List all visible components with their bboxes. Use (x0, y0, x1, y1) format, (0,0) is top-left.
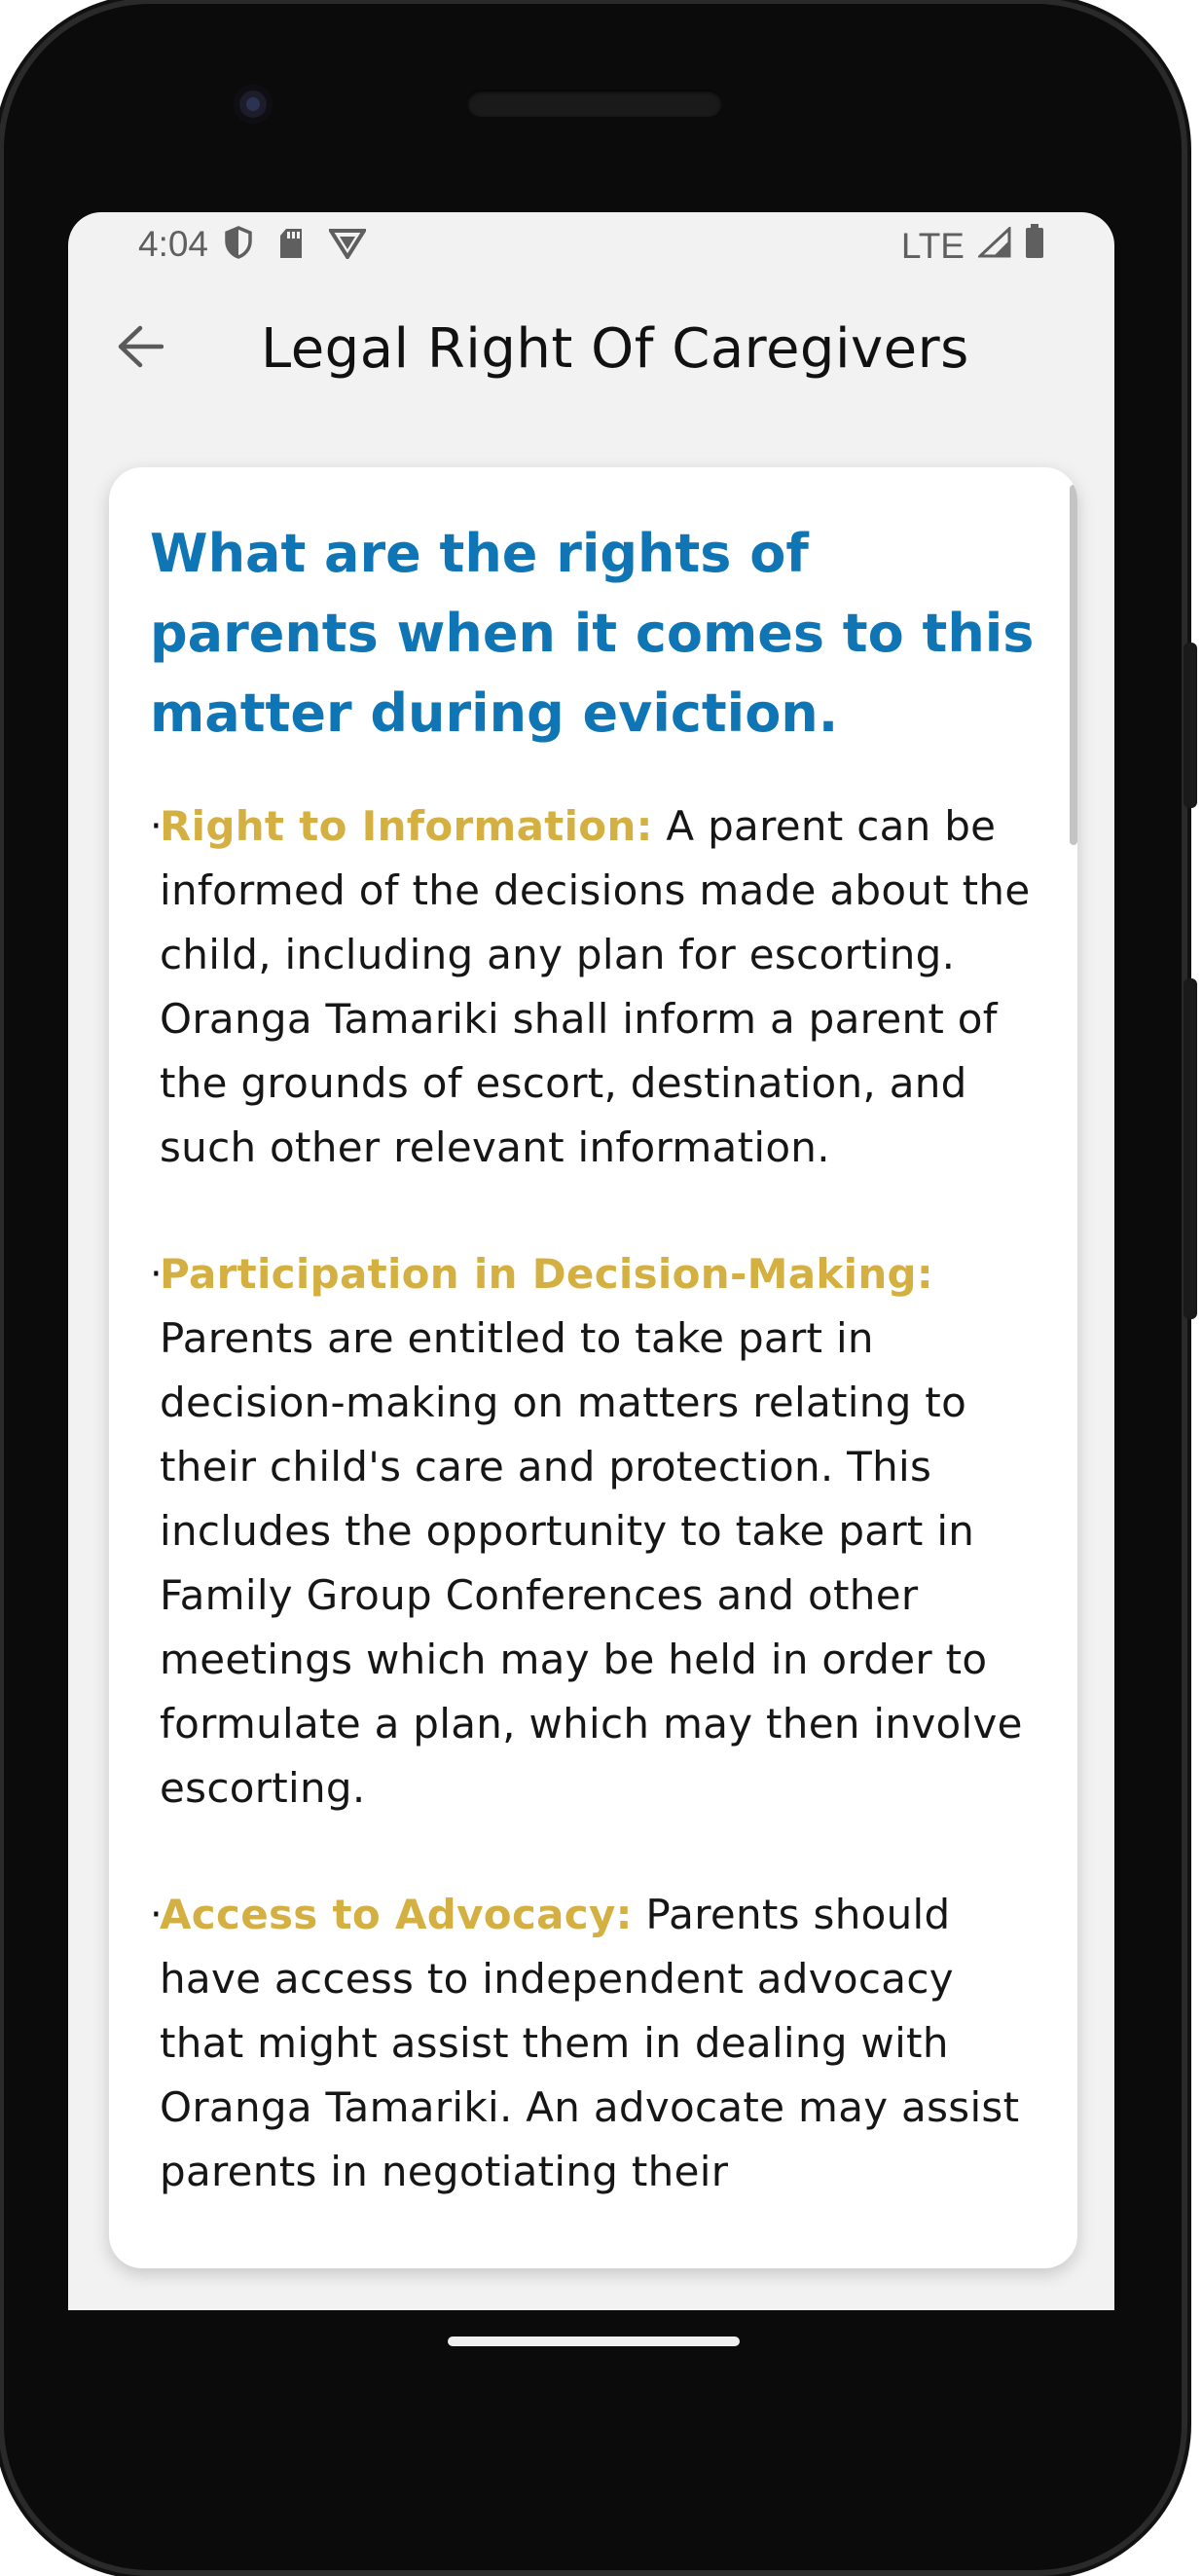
earpiece-speaker (467, 90, 722, 117)
vpn-icon (327, 227, 368, 268)
page-title: Legal Right Of Caregivers (261, 317, 969, 381)
app-bar: Legal Right Of Caregivers (68, 290, 1114, 407)
screen: 4:04 LTE Legal Right Of Caregivers What … (68, 212, 1114, 2310)
network-type: LTE (900, 225, 965, 266)
scrollbar[interactable] (1070, 485, 1077, 845)
status-time: 4:04 (138, 224, 209, 264)
arrow-back-icon (117, 325, 164, 372)
card-content: What are the rights of parents when it c… (150, 514, 1045, 2266)
home-gesture-bar[interactable] (448, 2337, 740, 2346)
content-card[interactable]: What are the rights of parents when it c… (109, 467, 1077, 2268)
section-access-to-advocacy: · Access to Advocacy: Parents should hav… (150, 1883, 1045, 2204)
section-heading: Access to Advocacy: (160, 1891, 633, 1938)
shield-icon (224, 226, 253, 268)
status-icons-left (224, 226, 368, 268)
section-heading: Right to Information: (160, 802, 653, 850)
status-icons-right: LTE (901, 224, 1044, 268)
bullet: · (150, 1252, 163, 1297)
bullet: · (150, 1893, 163, 1937)
power-button (1184, 643, 1197, 808)
front-camera (234, 85, 273, 124)
signal-icon (976, 225, 1011, 267)
sd-card-icon (278, 227, 304, 268)
battery-icon (1025, 224, 1044, 268)
section-body: Parents are entitled to take part in dec… (160, 1314, 1023, 1812)
section-heading: Participation in Decision-Making: (160, 1250, 934, 1298)
volume-button (1184, 978, 1197, 1319)
bullet: · (150, 804, 163, 849)
section-body: A parent can be informed of the decision… (160, 802, 1031, 1171)
status-bar: 4:04 LTE (68, 212, 1114, 280)
section-text: Access to Advocacy: Parents should have … (160, 1883, 1045, 2204)
section-participation: · Participation in Decision-Making: Pare… (150, 1242, 1045, 1821)
section-text: Participation in Decision-Making: Parent… (160, 1242, 1045, 1821)
section-right-to-information: · Right to Information: A parent can be … (150, 794, 1045, 1180)
content-title: What are the rights of parents when it c… (150, 523, 1035, 744)
back-button[interactable] (109, 317, 171, 380)
section-text: Right to Information: A parent can be in… (160, 794, 1045, 1180)
